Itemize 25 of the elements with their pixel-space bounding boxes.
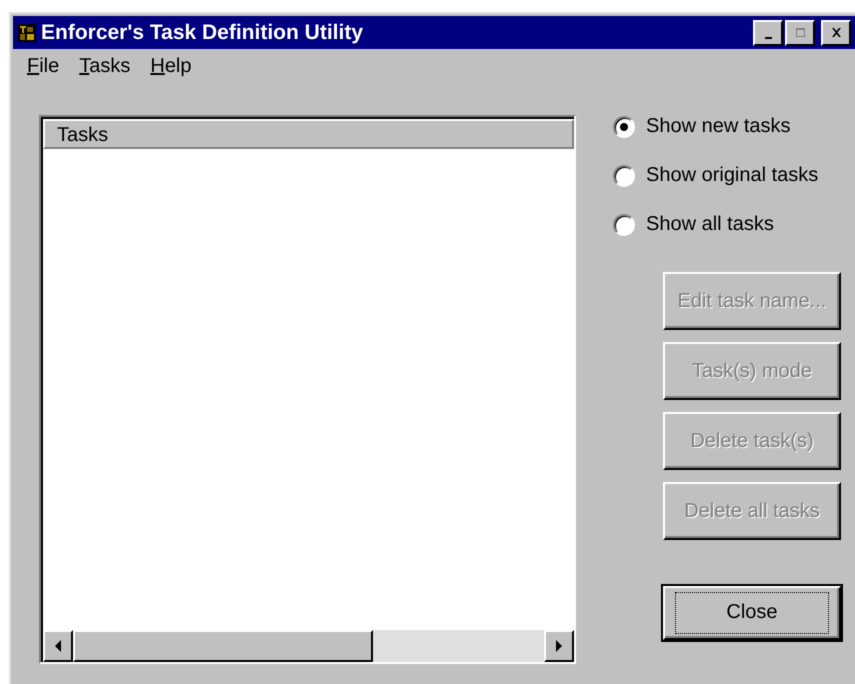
window-title: Enforcer's Task Definition Utility	[41, 20, 364, 44]
task-list[interactable]: Tasks	[39, 115, 576, 664]
scroll-left-button[interactable]	[43, 630, 73, 662]
radio-label[interactable]: Show all tasks	[646, 213, 774, 236]
app-icon	[18, 24, 36, 42]
action-button[interactable]: Close	[663, 586, 841, 640]
column-header[interactable]: Tasks	[43, 119, 574, 149]
scroll-right-button[interactable]	[544, 630, 574, 662]
radio-button[interactable]	[613, 214, 635, 236]
left-arrow-icon	[54, 640, 62, 652]
radio-button[interactable]	[613, 116, 635, 138]
minimize-icon	[764, 36, 772, 38]
right-arrow-icon	[555, 640, 563, 652]
close-icon	[830, 27, 842, 38]
close-button[interactable]	[821, 20, 851, 46]
menu-item[interactable]: Tasks	[79, 55, 130, 79]
menu-item[interactable]: Help	[150, 55, 192, 79]
scrollbar-thumb[interactable]	[73, 630, 373, 662]
menu-item[interactable]: File	[27, 55, 60, 79]
radio-label[interactable]: Show original tasks	[646, 164, 818, 187]
horizontal-scrollbar[interactable]	[43, 630, 574, 662]
radio-button[interactable]	[613, 164, 635, 186]
radio-label[interactable]: Show new tasks	[646, 115, 791, 138]
minimize-button[interactable]	[753, 20, 783, 46]
maximize-icon	[794, 27, 806, 38]
